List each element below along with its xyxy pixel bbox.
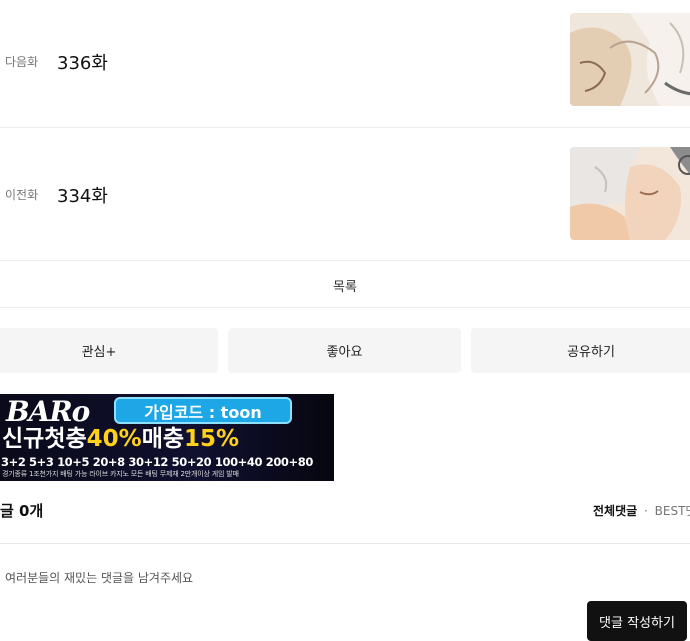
comment-input[interactable]: 여러분들의 재밌는 댓글을 남겨주세요 — [5, 569, 193, 586]
banner-headline-b: 40% — [86, 426, 142, 452]
tab-separator: · — [644, 504, 648, 518]
tab-all-comments[interactable]: 전체댓글 — [593, 504, 637, 518]
share-label: 공유하기 — [567, 345, 615, 360]
banner-code-box: 가입코드 : toon — [114, 397, 292, 424]
banner-headline: 신규첫충40%매충15% — [2, 426, 239, 452]
episode-list-label: 목록 — [333, 280, 357, 295]
next-episode-row[interactable]: 다음화 336화 — [0, 0, 690, 128]
banner-headline-d: 15% — [184, 426, 240, 452]
comment-divider — [0, 543, 690, 544]
write-comment-button[interactable]: 댓글 작성하기 — [587, 601, 687, 641]
like-button[interactable]: 좋아요 — [228, 328, 461, 373]
previous-episode-thumbnail[interactable] — [570, 147, 690, 240]
comment-sort-tabs: 전체댓글 · BEST댓 — [593, 502, 690, 519]
banner-fine-print: 경기종류 1조천가지 배팅 가능 라이브 카지노 모든 배팅 무제재 2만개이상… — [2, 470, 239, 478]
next-episode-thumbnail[interactable] — [570, 13, 690, 106]
comment-count: 글 0개 — [0, 502, 44, 520]
episode-list-button[interactable]: 목록 — [0, 261, 690, 308]
previous-episode-title: 334화 — [57, 186, 108, 207]
next-episode-title: 336화 — [57, 53, 108, 74]
banner-brand-logo: BARo — [6, 395, 90, 428]
banner-code-text: 가입코드 : toon — [144, 402, 262, 422]
previous-episode-row[interactable]: 이전화 334화 — [0, 127, 690, 261]
follow-button[interactable]: 관심+ — [0, 328, 218, 373]
banner-headline-a: 신규첫충 — [2, 426, 87, 452]
previous-episode-label: 이전화 — [5, 188, 39, 202]
write-comment-label: 댓글 작성하기 — [599, 615, 675, 631]
advertisement-banner[interactable]: BARo 가입코드 : toon 신규첫충40%매충15% 3+2 5+3 10… — [0, 394, 334, 481]
banner-headline-c: 매충 — [141, 426, 185, 452]
banner-bonus-rates: 3+2 5+3 10+5 20+8 30+12 50+20 100+40 200… — [1, 455, 313, 469]
tab-best-comments[interactable]: BEST댓 — [655, 504, 690, 518]
share-button[interactable]: 공유하기 — [471, 328, 690, 373]
follow-label: 관심+ — [81, 345, 117, 360]
next-episode-label: 다음화 — [5, 55, 39, 69]
like-label: 좋아요 — [326, 345, 363, 360]
